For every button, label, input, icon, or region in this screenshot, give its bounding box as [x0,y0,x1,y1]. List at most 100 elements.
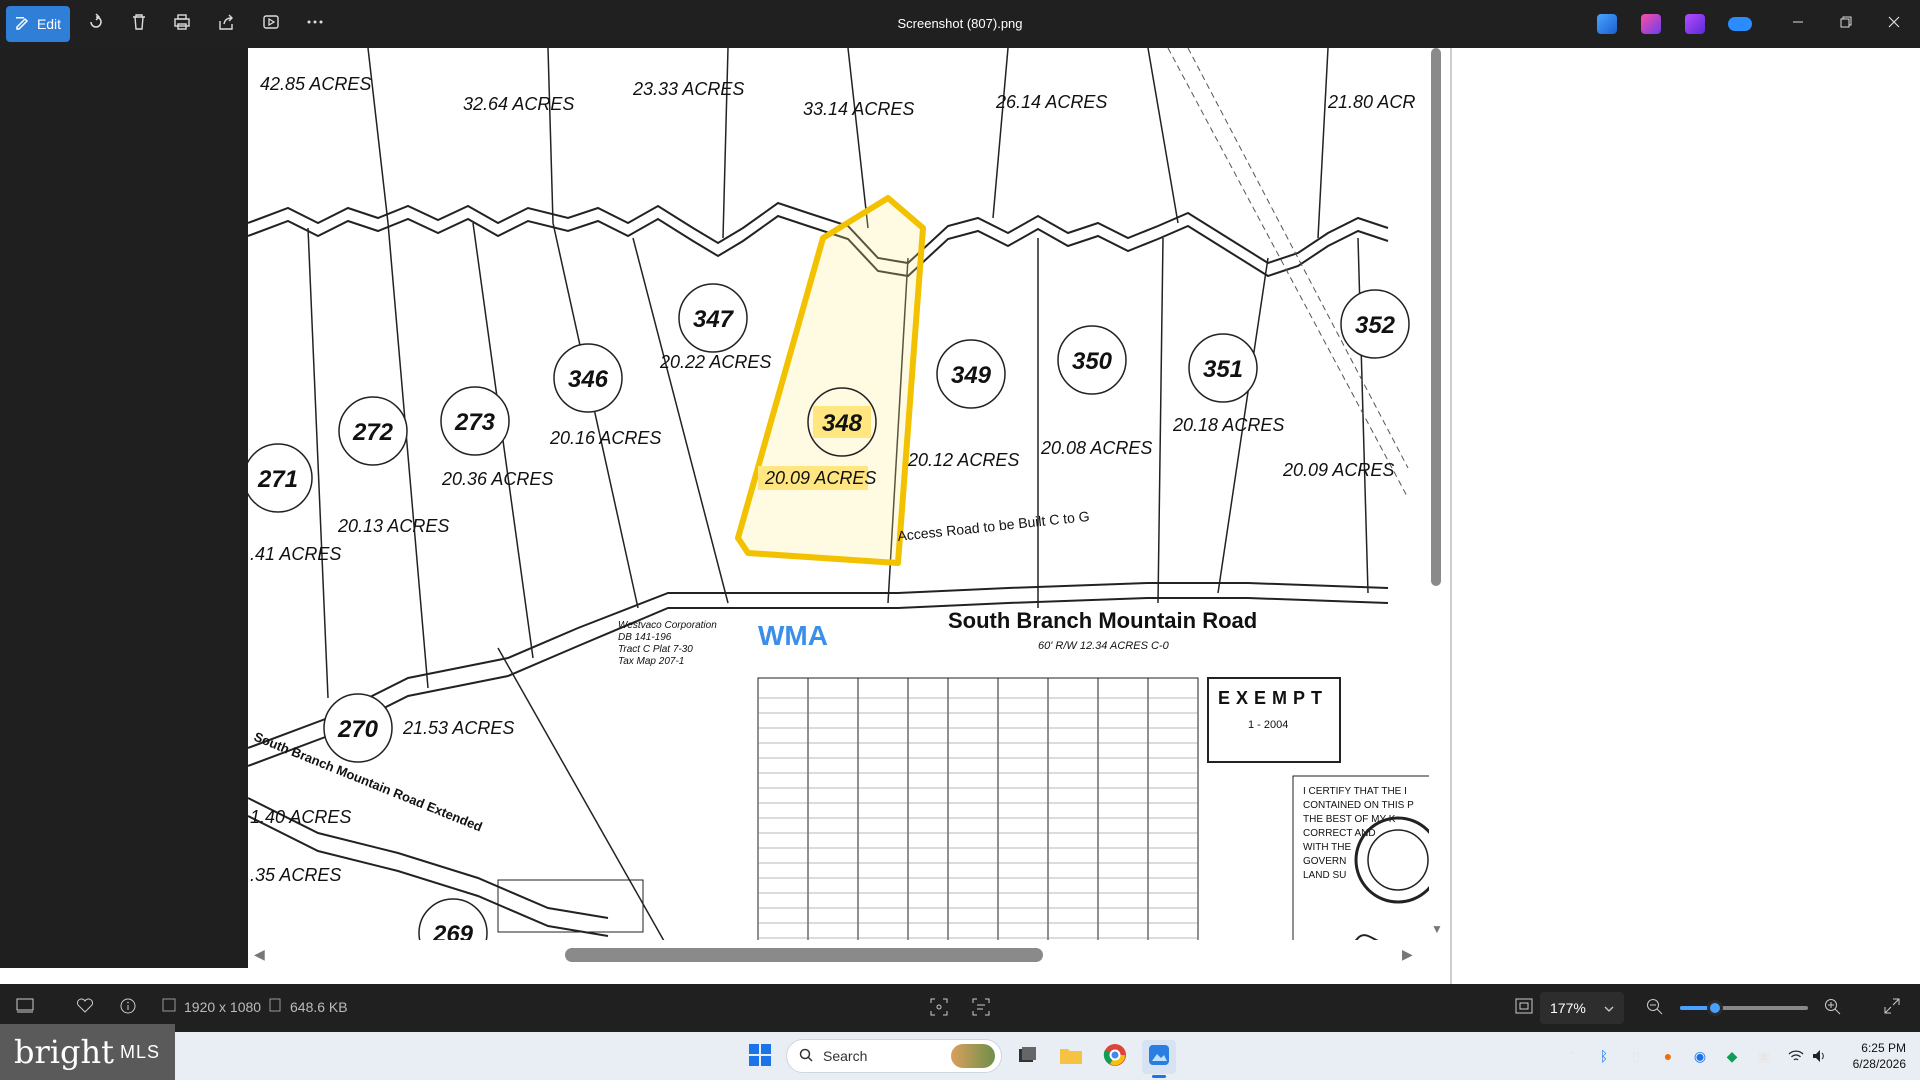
filmstrip-button[interactable] [16,998,34,1017]
security-shield-icon[interactable]: ◆ [1723,1047,1741,1065]
image-canvas[interactable]: 271 272 273 346 347 348 349 350 351 352 … [248,48,1452,968]
task-view-icon [1016,1044,1038,1071]
minimize-button[interactable] [1776,4,1820,44]
certify-line: CONTAINED ON THIS P [1303,800,1414,811]
acreage-label: 20.16 ACRES [549,428,661,448]
scroll-down-arrow-icon[interactable]: ▼ [1431,922,1443,936]
scroll-left-arrow-icon[interactable]: ◀ [254,946,265,963]
start-button[interactable] [743,1040,777,1074]
chrome-icon [1103,1043,1127,1072]
image-dimensions-text: 1920 x 1080 [184,998,262,1015]
file-size-icon [268,998,282,1015]
acreage-label: 21.80 ACR [1327,92,1415,112]
tray-app-icon[interactable]: ● [1659,1047,1677,1065]
chevron-up-icon: ⌃ [1566,1047,1578,1064]
lot-273-label: 273 [454,409,496,436]
zoom-out-icon [1646,998,1664,1019]
brand-suffix: MLS [119,1041,160,1062]
zoom-in-icon [1824,998,1842,1019]
tray-app-icon[interactable]: ◉ [1691,1047,1709,1065]
search-highlight-image [951,1044,995,1068]
minimize-icon [1792,15,1804,33]
zoom-in-button[interactable] [1824,998,1842,1019]
status-bar: 1920 x 1080 648.6 KB 177% [0,984,1920,1032]
acreage-label: 33.14 ACRES [803,99,914,119]
acreage-label: 23.33 ACRES [632,79,744,99]
acreage-label: 32.64 ACRES [463,94,574,114]
file-explorer-button[interactable] [1054,1040,1088,1074]
dimensions-info: 1920 x 1080 [162,998,261,1015]
image-dimensions-icon [162,998,176,1015]
acreage-label: 20.09 ACRES [1282,460,1394,480]
zoom-slider-thumb[interactable] [1706,1000,1723,1016]
viewer-bottom-margin [0,968,1452,984]
wifi-icon[interactable] [1787,1047,1805,1065]
chevron-down-icon [1604,1000,1614,1016]
survey-plat-image: 271 272 273 346 347 348 349 350 351 352 … [248,48,1452,968]
scroll-right-arrow-icon[interactable]: ▶ [1402,946,1413,963]
certify-line: THE BEST OF MY K [1303,814,1396,825]
vertical-scroll-thumb[interactable] [1431,48,1441,586]
brand-name: bright [14,1033,114,1071]
zoom-out-button[interactable] [1646,998,1664,1019]
westvaco-line: Tax Map 207-1 [618,656,684,667]
task-view-button[interactable] [1010,1040,1044,1074]
usb-icon[interactable]: ▯ [1627,1047,1645,1065]
text-scan-icon [972,998,990,1019]
photos-taskbar-button[interactable] [1142,1040,1176,1074]
zoom-level-value: 177% [1550,1000,1586,1016]
volume-icon[interactable] [1811,1047,1829,1065]
certify-line: LAND SU [1303,870,1346,881]
info-icon [120,998,136,1017]
filmstrip-icon [16,998,34,1017]
clipchamp-app-icon[interactable] [1685,14,1705,34]
acreage-label: 21.53 ACRES [402,718,514,738]
close-button[interactable] [1872,4,1916,44]
acreage-label: 20.18 ACRES [1172,415,1284,435]
search-placeholder: Search [823,1048,868,1064]
acreage-label: 1.40 ACRES [250,807,351,827]
wma-label: WMA [758,620,828,651]
fit-area-button[interactable] [930,998,948,1019]
acreage-label: 42.85 ACRES [260,74,371,94]
taskbar-clock[interactable]: 6:25 PM 6/28/2026 [1853,1040,1906,1072]
title-bar: Edit Screenshot (807).png [0,0,1920,48]
acreage-label: 20.36 ACRES [441,469,553,489]
lot-348-label: 348 [822,410,863,437]
horizontal-scroll-thumb[interactable] [565,948,1043,962]
bluetooth-icon[interactable]: ᛒ [1595,1047,1613,1065]
chrome-button[interactable] [1098,1040,1132,1074]
onedrive-cloud-icon[interactable] [1728,17,1752,31]
clock-date: 6/28/2026 [1852,1057,1906,1071]
lot-352-label: 352 [1355,312,1396,339]
lot-347-label: 347 [693,306,735,333]
photos-icon [1147,1043,1171,1072]
road-label: South Branch Mountain Road [948,608,1257,633]
road-sub-label: 60' R/W 12.34 ACRES C-0 [1038,640,1170,652]
search-icon [799,1048,813,1065]
windows-logo-icon [748,1043,772,1072]
lot-349-label: 349 [951,362,992,389]
fullscreen-button[interactable] [1884,998,1900,1017]
photos-app-icon[interactable] [1597,14,1617,34]
lot-350-label: 350 [1072,348,1113,375]
zoom-slider[interactable] [1680,1000,1808,1016]
lot-270-label: 270 [337,716,379,743]
favorite-button[interactable] [76,998,94,1017]
fit-to-window-button[interactable] [1515,998,1533,1017]
text-scan-button[interactable] [972,998,990,1019]
designer-app-icon[interactable] [1641,14,1661,34]
clock-time: 6:25 PM [1861,1041,1906,1055]
display-icon[interactable]: ▣ [1755,1047,1773,1065]
heart-icon [76,998,94,1017]
fit-to-window-icon [1515,998,1533,1017]
info-button[interactable] [120,998,136,1017]
close-icon [1888,15,1900,33]
zoom-level-dropdown[interactable]: 177% [1540,992,1624,1024]
exempt-date-label: 1 - 2004 [1248,719,1288,731]
expand-icon [1884,998,1900,1017]
certify-line: WITH THE [1303,842,1351,853]
tray-overflow-button[interactable]: ⌃ [1563,1047,1581,1065]
restore-button[interactable] [1824,4,1868,44]
taskbar-search[interactable]: Search [786,1039,1002,1073]
